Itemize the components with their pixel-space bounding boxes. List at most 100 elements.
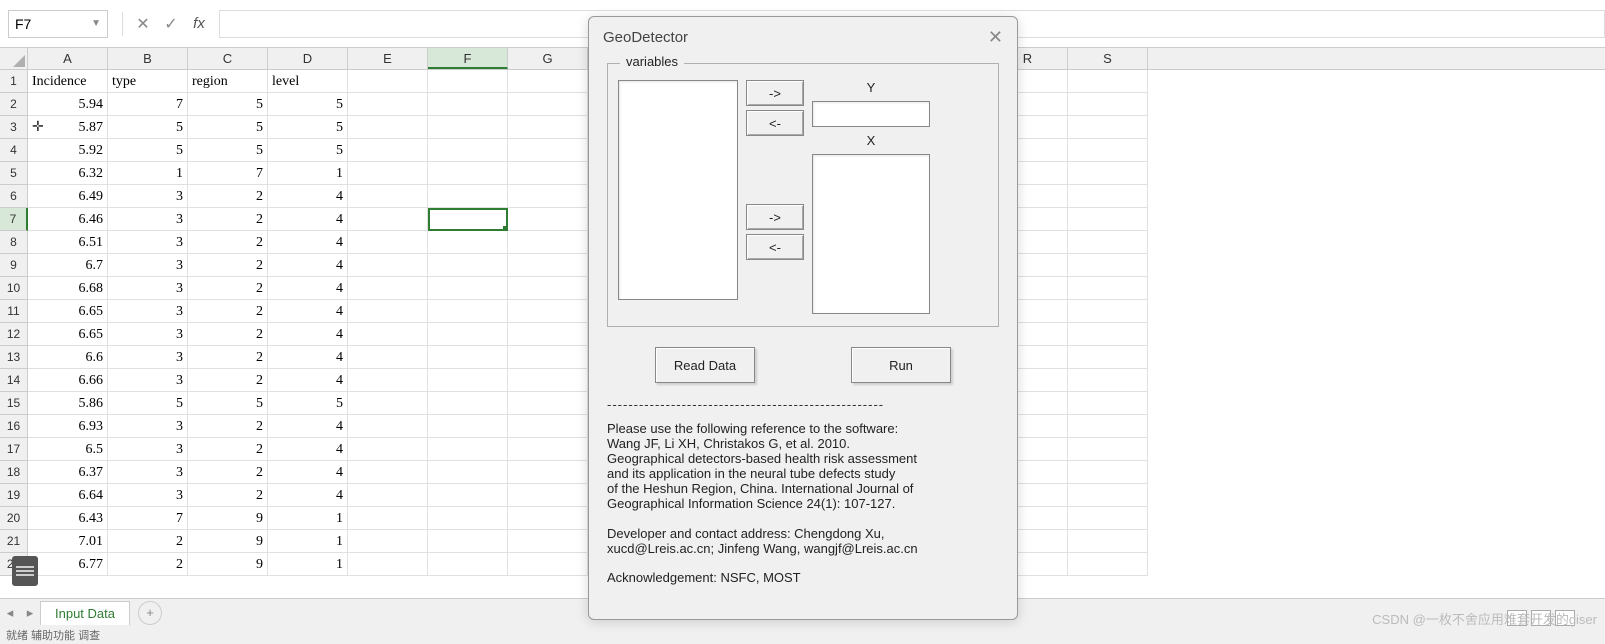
row-header[interactable]: 15 <box>0 392 28 415</box>
cell[interactable] <box>428 392 508 415</box>
cell[interactable]: 3 <box>108 208 188 231</box>
cell[interactable]: 2 <box>188 323 268 346</box>
cell[interactable] <box>1068 507 1148 530</box>
read-data-button[interactable]: Read Data <box>655 347 755 383</box>
cell[interactable] <box>348 530 428 553</box>
cell[interactable]: 9 <box>188 553 268 576</box>
cell[interactable] <box>1068 277 1148 300</box>
cell[interactable]: 1 <box>108 162 188 185</box>
cell[interactable]: 6.49 <box>28 185 108 208</box>
cell[interactable]: 3 <box>108 277 188 300</box>
cell[interactable] <box>508 553 588 576</box>
cell[interactable]: 5 <box>268 93 348 116</box>
cell[interactable] <box>348 392 428 415</box>
cell[interactable] <box>1068 369 1148 392</box>
cell[interactable]: 6.46 <box>28 208 108 231</box>
confirm-button[interactable]: ✓ <box>157 10 185 38</box>
cell[interactable] <box>428 231 508 254</box>
cell[interactable]: 5 <box>108 392 188 415</box>
col-header-S[interactable]: S <box>1068 48 1148 69</box>
cell[interactable]: 4 <box>268 484 348 507</box>
cell[interactable] <box>428 415 508 438</box>
cell[interactable] <box>508 438 588 461</box>
cell[interactable] <box>348 208 428 231</box>
fx-button[interactable]: fx <box>185 10 213 38</box>
cell[interactable] <box>508 254 588 277</box>
cell[interactable]: level <box>268 70 348 93</box>
cell[interactable] <box>508 139 588 162</box>
row-header[interactable]: 21 <box>0 530 28 553</box>
row-header[interactable]: 3 <box>0 116 28 139</box>
row-header[interactable]: 4 <box>0 139 28 162</box>
cell[interactable]: 5.94 <box>28 93 108 116</box>
cell[interactable]: 2 <box>188 300 268 323</box>
cell[interactable]: 4 <box>268 438 348 461</box>
cell[interactable] <box>508 346 588 369</box>
cell[interactable]: 4 <box>268 254 348 277</box>
cell[interactable] <box>428 162 508 185</box>
cell[interactable] <box>348 231 428 254</box>
side-panel-toggle[interactable] <box>12 556 38 586</box>
cell[interactable]: 2 <box>188 484 268 507</box>
cell[interactable]: 2 <box>188 231 268 254</box>
cell[interactable]: 4 <box>268 369 348 392</box>
cell[interactable]: 6.43 <box>28 507 108 530</box>
cell[interactable]: 4 <box>268 346 348 369</box>
cell[interactable] <box>348 70 428 93</box>
variables-listbox[interactable] <box>618 80 738 300</box>
cancel-button[interactable]: ✕ <box>129 10 157 38</box>
move-to-y-button[interactable]: -> <box>746 80 804 106</box>
row-header[interactable]: 5 <box>0 162 28 185</box>
cell[interactable]: 4 <box>268 185 348 208</box>
cell[interactable]: 6.37 <box>28 461 108 484</box>
cell[interactable]: 5 <box>108 116 188 139</box>
cell[interactable]: 6.77 <box>28 553 108 576</box>
cell[interactable] <box>348 300 428 323</box>
cell[interactable] <box>348 277 428 300</box>
cell[interactable] <box>348 185 428 208</box>
cell[interactable]: 3 <box>108 346 188 369</box>
add-sheet-button[interactable]: + <box>138 601 162 625</box>
cell[interactable]: 4 <box>268 231 348 254</box>
cell[interactable]: 3 <box>108 438 188 461</box>
cell[interactable] <box>508 277 588 300</box>
cell[interactable] <box>1068 139 1148 162</box>
cell[interactable]: 1 <box>268 507 348 530</box>
cell[interactable]: 2 <box>188 346 268 369</box>
cell[interactable]: 4 <box>268 461 348 484</box>
cell[interactable]: 5 <box>188 392 268 415</box>
cell[interactable]: 3 <box>108 484 188 507</box>
cell[interactable] <box>508 369 588 392</box>
row-header[interactable]: 2 <box>0 93 28 116</box>
cell[interactable] <box>428 300 508 323</box>
cell[interactable] <box>1068 461 1148 484</box>
cell[interactable] <box>348 484 428 507</box>
cell[interactable] <box>508 300 588 323</box>
cell[interactable] <box>348 461 428 484</box>
cell[interactable]: 5 <box>268 392 348 415</box>
cell[interactable]: 6.51 <box>28 231 108 254</box>
cell[interactable] <box>508 93 588 116</box>
cell[interactable]: 2 <box>188 254 268 277</box>
row-header[interactable]: 16 <box>0 415 28 438</box>
cell[interactable] <box>1068 415 1148 438</box>
row-header[interactable]: 7 <box>0 208 28 231</box>
col-header-D[interactable]: D <box>268 48 348 69</box>
cell[interactable] <box>1068 392 1148 415</box>
cell[interactable] <box>428 185 508 208</box>
cell[interactable]: 9 <box>188 507 268 530</box>
cell[interactable]: 4 <box>268 300 348 323</box>
cell[interactable] <box>1068 530 1148 553</box>
cell[interactable] <box>348 323 428 346</box>
cell[interactable] <box>1068 93 1148 116</box>
cell[interactable]: 1 <box>268 162 348 185</box>
cell[interactable]: 5 <box>268 116 348 139</box>
cell[interactable]: 6.64 <box>28 484 108 507</box>
cell[interactable] <box>348 415 428 438</box>
cell[interactable] <box>348 438 428 461</box>
row-header[interactable]: 13 <box>0 346 28 369</box>
cell[interactable] <box>428 530 508 553</box>
cell[interactable] <box>348 93 428 116</box>
cell[interactable]: 5 <box>188 139 268 162</box>
cell[interactable] <box>1068 231 1148 254</box>
